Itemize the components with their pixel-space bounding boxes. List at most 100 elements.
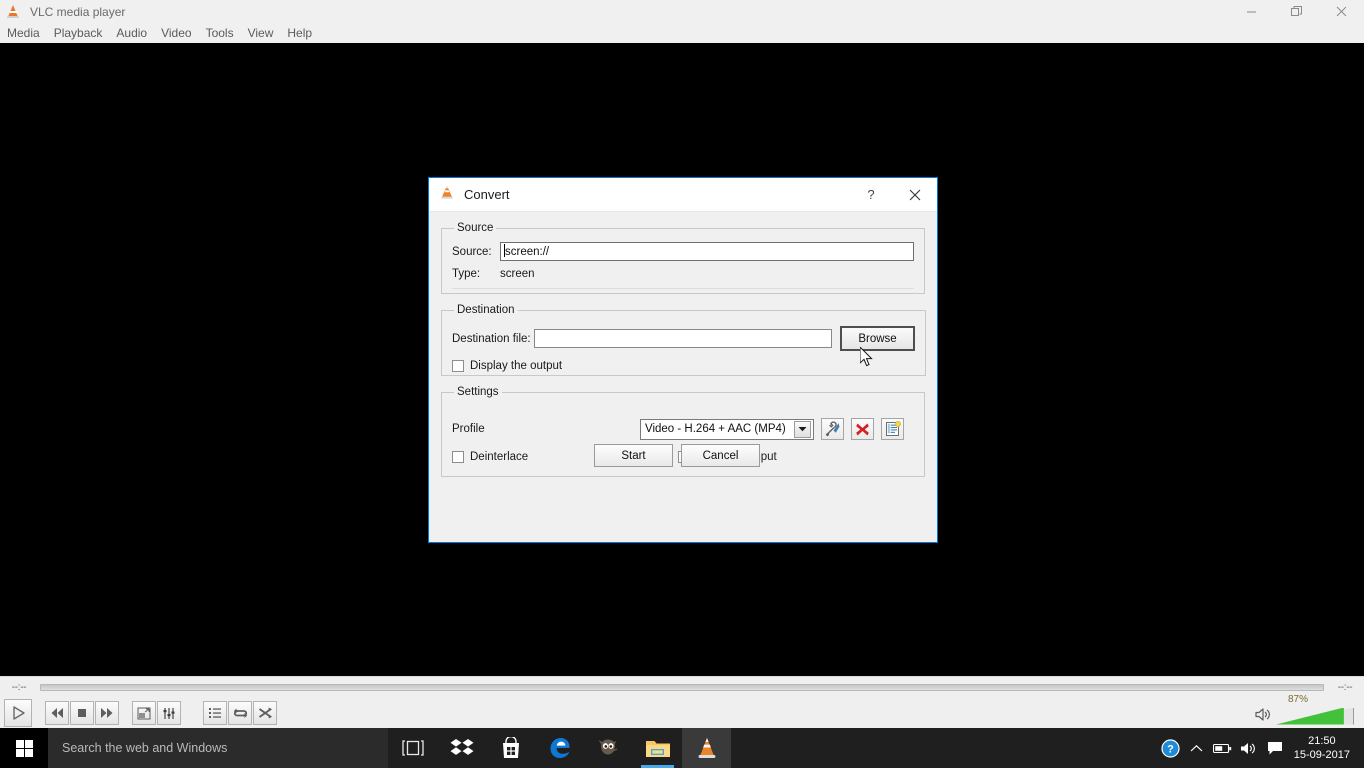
- cancel-button[interactable]: Cancel: [681, 444, 760, 467]
- svg-text:?: ?: [1167, 743, 1174, 755]
- taskbar-item-vlc-media-player[interactable]: [682, 728, 731, 768]
- system-tray: ?: [1158, 728, 1364, 768]
- speaker-icon[interactable]: [1255, 707, 1272, 727]
- help-icon[interactable]: ?: [1158, 728, 1184, 768]
- start-button[interactable]: Start: [594, 444, 673, 467]
- new-profile-button[interactable]: [881, 418, 904, 440]
- volume-slider[interactable]: [1276, 708, 1354, 725]
- menu-tools[interactable]: Tools: [199, 24, 241, 42]
- windows-taskbar: Search the web and Windows: [0, 728, 1364, 768]
- profile-label: Profile: [452, 423, 640, 435]
- windows-logo-icon: [16, 740, 33, 757]
- stop-icon: [76, 707, 88, 719]
- chevron-up-icon[interactable]: [1184, 728, 1210, 768]
- volume-icon[interactable]: [1236, 728, 1262, 768]
- previous-button[interactable]: [45, 701, 69, 725]
- destination-file-input[interactable]: [534, 329, 832, 348]
- taskbar-apps: [388, 728, 731, 768]
- volume-percent: 87%: [1288, 694, 1308, 705]
- type-value: screen: [500, 268, 535, 280]
- dialog-close-button[interactable]: [893, 178, 937, 211]
- transport-group: [45, 701, 119, 725]
- vlc-cone-icon: [695, 736, 719, 760]
- window-title: VLC media player: [30, 5, 125, 19]
- destination-file-label: Destination file:: [452, 333, 534, 345]
- minimize-button[interactable]: [1229, 0, 1274, 23]
- play-icon: [10, 705, 26, 721]
- close-button[interactable]: [1319, 0, 1364, 23]
- dropbox-icon: [450, 738, 474, 759]
- menu-video[interactable]: Video: [154, 24, 198, 42]
- source-divider: [452, 288, 914, 289]
- next-icon: [100, 707, 114, 719]
- display-output-checkbox[interactable]: [452, 360, 464, 372]
- source-group-legend: Source: [454, 222, 496, 234]
- convert-dialog: Convert ? Source Source: screen://: [428, 177, 938, 543]
- dialog-title: Convert: [464, 187, 510, 202]
- clock-time: 21:50: [1294, 734, 1350, 748]
- menu-audio[interactable]: Audio: [109, 24, 154, 42]
- search-placeholder-text: Search the web and Windows: [62, 741, 227, 755]
- new-profile-icon: [885, 421, 901, 437]
- chevron-down-icon[interactable]: [794, 421, 811, 438]
- delete-profile-button[interactable]: [851, 418, 874, 440]
- menu-view[interactable]: View: [241, 24, 281, 42]
- taskbar-item-microsoft-edge[interactable]: [535, 728, 584, 768]
- menu-help[interactable]: Help: [280, 24, 319, 42]
- taskbar-item-microsoft-store[interactable]: [486, 728, 535, 768]
- settings-group-legend: Settings: [454, 386, 502, 398]
- dialog-title-bar: Convert ?: [429, 178, 937, 212]
- restore-button[interactable]: [1274, 0, 1319, 23]
- battery-icon[interactable]: [1210, 728, 1236, 768]
- store-icon: [501, 737, 521, 759]
- vlc-cone-icon: [439, 184, 455, 205]
- help-button[interactable]: ?: [849, 178, 893, 211]
- search-input[interactable]: Search the web and Windows: [48, 728, 388, 768]
- vlc-title-bar: VLC media player: [0, 0, 1364, 23]
- tools-wrench-icon: [825, 421, 841, 437]
- task-view-icon: [402, 740, 424, 756]
- type-label: Type:: [452, 268, 500, 280]
- playlist-icon: [208, 707, 222, 719]
- taskbar-item-task-view[interactable]: [388, 728, 437, 768]
- taskbar-item-dropbox[interactable]: [437, 728, 486, 768]
- menu-media[interactable]: Media: [0, 24, 47, 42]
- stop-button[interactable]: [70, 701, 94, 725]
- display-output-row: Display the output: [452, 360, 915, 372]
- play-button[interactable]: [4, 699, 32, 727]
- edit-profile-button[interactable]: [821, 418, 844, 440]
- vlc-menu-bar: Media Playback Audio Video Tools View He…: [0, 23, 1364, 43]
- taskbar-clock[interactable]: 21:50 15-09-2017: [1288, 734, 1360, 762]
- view-group: [132, 701, 181, 725]
- browse-button[interactable]: Browse: [840, 326, 915, 351]
- next-button[interactable]: [95, 701, 119, 725]
- screen: VLC media player Media Playback Audio Vi…: [0, 0, 1364, 768]
- shuffle-button[interactable]: [253, 701, 277, 725]
- loop-button[interactable]: [228, 701, 252, 725]
- dialog-window-controls: ?: [849, 178, 937, 211]
- playlist-button[interactable]: [203, 701, 227, 725]
- display-output-label: Display the output: [470, 360, 562, 372]
- edge-icon: [548, 736, 572, 760]
- source-label: Source:: [452, 246, 500, 258]
- menu-playback[interactable]: Playback: [47, 24, 110, 42]
- seek-row: --:-- --:--: [0, 677, 1364, 697]
- action-center-icon[interactable]: [1262, 728, 1288, 768]
- fullscreen-button[interactable]: [132, 701, 156, 725]
- window-controls: [1229, 0, 1364, 23]
- profile-select[interactable]: Video - H.264 + AAC (MP4): [640, 419, 814, 440]
- taskbar-item-gimp[interactable]: [584, 728, 633, 768]
- red-x-icon: [855, 422, 870, 437]
- playlist-group: [203, 701, 277, 725]
- seek-bar[interactable]: [40, 684, 1324, 691]
- taskbar-item-file-explorer[interactable]: [633, 728, 682, 768]
- playback-control-bar: --:-- --:--: [0, 676, 1364, 728]
- source-input[interactable]: screen://: [500, 242, 914, 261]
- equalizer-button[interactable]: [157, 701, 181, 725]
- folder-icon: [645, 738, 671, 759]
- dialog-body: Source Source: screen:// Type: screen De…: [429, 212, 937, 477]
- volume-area: 87%: [1255, 697, 1354, 729]
- dialog-footer: Start Cancel: [429, 444, 937, 467]
- button-row: 87%: [0, 697, 1364, 729]
- start-button[interactable]: [0, 728, 48, 768]
